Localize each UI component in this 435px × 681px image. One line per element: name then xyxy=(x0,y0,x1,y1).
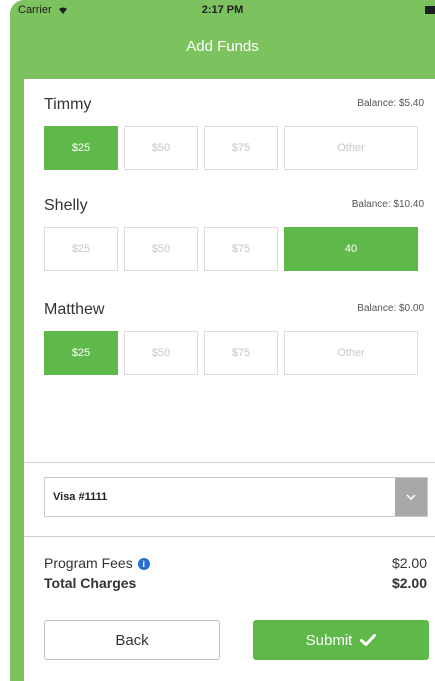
funds-panel: Timmy Balance: $5.40 $25 $50 $75 Other S… xyxy=(24,79,435,681)
amount-option-25[interactable]: $25 xyxy=(44,227,118,271)
total-charges-value: $2.00 xyxy=(391,575,427,591)
child-name: Timmy xyxy=(44,96,92,113)
battery-icon xyxy=(425,6,435,14)
amount-option-25[interactable]: $25 xyxy=(44,331,118,375)
info-icon[interactable]: i xyxy=(137,558,150,570)
total-charges-row: Total Charges $2.00 xyxy=(44,575,427,595)
page-title: Add Funds xyxy=(186,38,259,55)
amount-option-25[interactable]: $25 xyxy=(44,126,118,170)
amount-option-75[interactable]: $75 xyxy=(204,126,278,170)
amount-options: $25 $50 $75 Other xyxy=(44,331,424,375)
total-charges-label: Total Charges xyxy=(44,575,137,591)
program-fees-label: Program Fees xyxy=(44,555,133,571)
amount-option-50[interactable]: $50 xyxy=(124,227,198,271)
amount-option-75[interactable]: $75 xyxy=(204,331,278,375)
dropdown-toggle[interactable] xyxy=(395,478,427,516)
program-fees-row: Program Fees i $2.00 xyxy=(44,555,427,575)
payment-card-label: Visa #1111 xyxy=(53,491,108,503)
amount-option-other[interactable]: Other xyxy=(284,126,418,170)
submit-button-label: Submit xyxy=(305,631,353,649)
amount-option-other[interactable]: 40 xyxy=(284,227,418,271)
section-divider xyxy=(24,462,435,463)
amount-options: $25 $50 $75 Other xyxy=(44,126,424,170)
child-name: Shelly xyxy=(44,197,88,214)
checkmark-icon xyxy=(360,634,377,646)
amount-option-50[interactable]: $50 xyxy=(124,126,198,170)
child-balance: Balance: $10.40 xyxy=(351,199,424,210)
section-divider xyxy=(24,536,435,537)
program-fees-label-wrap: Program Fees i xyxy=(44,555,150,571)
app-frame: Carrier 2:17 PM Add Funds Timmy Balance:… xyxy=(10,0,435,681)
back-button-label: Back xyxy=(115,631,149,649)
amount-option-50[interactable]: $50 xyxy=(124,331,198,375)
child-name: Matthew xyxy=(44,301,105,318)
status-time: 2:17 PM xyxy=(201,4,244,16)
amount-option-other[interactable]: Other xyxy=(284,331,418,375)
amount-options: $25 $50 $75 40 xyxy=(44,227,424,271)
back-button[interactable]: Back xyxy=(44,620,220,660)
program-fees-value: $2.00 xyxy=(391,555,427,571)
child-balance: Balance: $0.00 xyxy=(357,303,424,314)
status-bar: Carrier 2:17 PM xyxy=(10,0,435,22)
child-balance: Balance: $5.40 xyxy=(357,98,424,109)
chevron-down-icon xyxy=(406,494,416,500)
payment-card-select[interactable]: Visa #1111 xyxy=(44,477,428,517)
amount-option-75[interactable]: $75 xyxy=(204,227,278,271)
submit-button[interactable]: Submit xyxy=(253,620,429,660)
fees-summary: Program Fees i $2.00 Total Charges $2.00 xyxy=(44,555,427,595)
